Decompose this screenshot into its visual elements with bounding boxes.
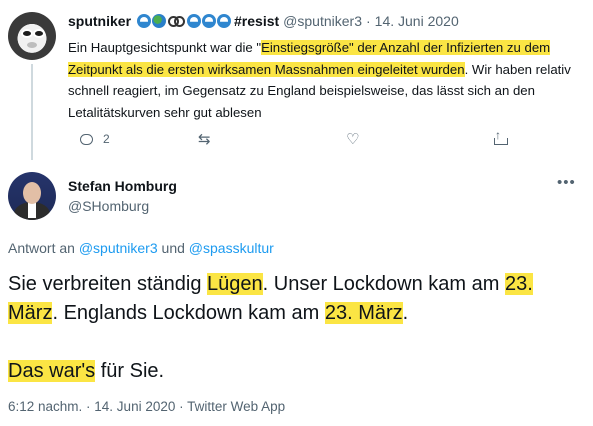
text-segment: Ein Hauptgesichtspunkt war die ": [68, 40, 262, 55]
highlighted-text: Das war's: [8, 360, 96, 382]
like-button[interactable]: ♡: [346, 132, 359, 147]
paragraph: Sie verbreiten ständig Lügen. Unser Lock…: [8, 270, 583, 328]
paragraph: Das war's für Sie.: [8, 357, 583, 386]
replying-prefix: Antwort an: [8, 240, 75, 256]
like-icon: ♡: [346, 131, 360, 148]
highlighted-text: 23. März: [324, 302, 403, 324]
avatar[interactable]: [8, 172, 56, 220]
reply-tweet[interactable]: sputniker #resist @sputniker3 · 14. Juni…: [0, 0, 593, 160]
name-hashtag: #resist: [234, 13, 280, 29]
avatar-eye: [21, 29, 33, 38]
avatar-shirt: [28, 202, 36, 218]
text-segment: . Englands Lockdown kam am: [52, 302, 325, 324]
separator-dot: ·: [365, 13, 371, 29]
retweet-button[interactable]: ⇆: [198, 132, 211, 147]
reply-count: 2: [103, 132, 110, 146]
highlighted-text: Lügen: [207, 273, 263, 295]
main-tweet: Stefan Homburg @SHomburg ••• Antwort an …: [0, 160, 593, 426]
text-segment: . Unser Lockdown kam am: [262, 273, 505, 295]
reply-icon: [80, 133, 93, 145]
wave-emoji-icon: [137, 14, 152, 28]
wave-emoji-icon: [202, 14, 217, 28]
wave-emoji-icon: [217, 14, 232, 28]
mention-link[interactable]: @spasskultur: [189, 240, 274, 256]
avatar[interactable]: [8, 12, 56, 60]
text-segment: Sie verbreiten ständig: [8, 273, 208, 295]
replying-and: und: [161, 240, 185, 256]
text-segment: .: [402, 302, 409, 324]
mention-link[interactable]: @sputniker3: [79, 240, 158, 256]
globe-emoji-icon: [152, 14, 167, 28]
text-segment: für Sie.: [95, 360, 165, 382]
share-icon: [494, 128, 508, 145]
more-icon[interactable]: •••: [557, 174, 576, 191]
author-name[interactable]: sputniker: [68, 13, 131, 29]
share-button[interactable]: [494, 128, 508, 145]
tweet-date[interactable]: 14. Juni 2020: [375, 13, 459, 29]
avatar-snout: [27, 42, 37, 48]
tweet-timestamp[interactable]: 6:12 nachm. · 14. Juni 2020 · Twitter We…: [8, 399, 285, 414]
tweet-header: sputniker #resist @sputniker3 · 14. Juni…: [68, 13, 459, 29]
retweet-icon: ⇆: [198, 131, 211, 148]
replying-to: Antwort an @sputniker3 und @spasskultur: [8, 240, 274, 256]
avatar-face: [23, 182, 41, 204]
name-emojis: [137, 14, 232, 28]
tweet-text: Ein Hauptgesichtspunkt war die "Einstieg…: [68, 37, 584, 123]
reply-button[interactable]: 2: [80, 132, 110, 146]
tweet-actions: 2 ⇆ ♡: [80, 128, 530, 150]
bicycle-emoji-icon: [168, 15, 186, 27]
author-name[interactable]: Stefan Homburg: [68, 178, 177, 194]
author-handle[interactable]: @sputniker3: [283, 13, 362, 29]
author-handle[interactable]: @SHomburg: [68, 198, 149, 214]
thread-connector: [31, 64, 33, 160]
wave-emoji-icon: [187, 14, 202, 28]
tweet-text: Sie verbreiten ständig Lügen. Unser Lock…: [8, 270, 583, 386]
avatar-eye: [33, 29, 45, 38]
